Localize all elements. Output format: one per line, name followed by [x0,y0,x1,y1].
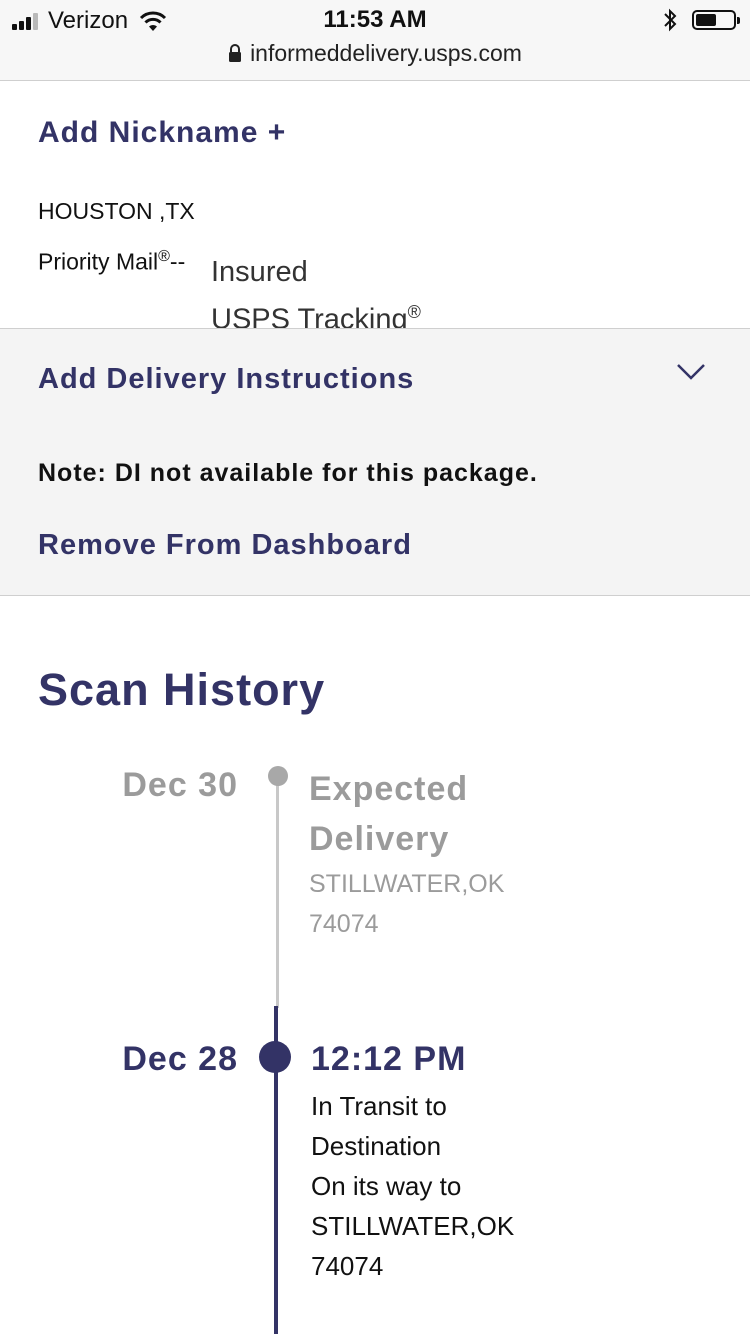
status-right-group [662,8,740,32]
add-delivery-instructions-link[interactable]: Add Delivery Instructions [38,363,414,396]
timeline-line-future [276,776,279,1008]
address-bar[interactable]: informeddelivery.usps.com [0,40,750,67]
battery-icon [692,10,740,30]
bluetooth-icon [664,8,677,32]
delivery-instructions-section: Add Delivery Instructions Note: DI not a… [0,328,750,496]
scan-history-title: Scan History [38,664,326,715]
event-title: Expected Delivery [309,770,469,858]
event-date: Dec 28 [122,1040,238,1078]
remove-from-dashboard-link[interactable]: Remove From Dashboard [38,529,412,562]
event-time: 12:12 PM [311,1040,467,1078]
timeline-dot-current [259,1041,291,1073]
service-extra-insured: Insured [211,256,308,288]
service-name: Priority Mail®-- [38,248,186,275]
battery-level [696,14,716,26]
chevron-down-icon[interactable] [676,363,706,381]
remove-section: Remove From Dashboard [0,495,750,596]
origin-city: HOUSTON ,TX [38,198,195,224]
service-extras: Insured USPS Tracking® [211,252,421,340]
lock-icon [229,44,242,62]
url-text: informeddelivery.usps.com [250,40,522,66]
clock: 11:53 AM [323,6,427,33]
event-date: Dec 30 [122,766,238,804]
event-description: In Transit to Destination On its way to … [311,1091,515,1281]
delivery-instructions-note: Note: DI not available for this package. [38,459,538,487]
event-location: STILLWATER,OK 74074 [309,870,505,938]
timeline-dot-expected [268,766,288,786]
add-nickname-link[interactable]: Add Nickname + [38,116,286,150]
status-bar: Verizon 11:53 AM informeddelivery.usps.c… [0,0,750,81]
